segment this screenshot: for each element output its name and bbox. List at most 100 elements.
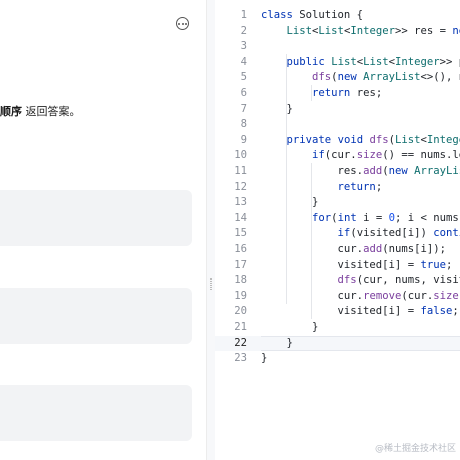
line-number: 21 xyxy=(234,321,247,333)
code-line[interactable]: 6 return res; xyxy=(215,86,460,102)
line-number: 20 xyxy=(234,305,247,318)
code-token: res; xyxy=(350,87,383,99)
code-line[interactable]: 20 visited[i] = false; xyxy=(215,304,460,320)
code-token: res. xyxy=(261,165,364,177)
code-token: void xyxy=(337,133,364,146)
code-token: } xyxy=(261,102,293,115)
line-code: } xyxy=(261,336,293,352)
line-code: res.add(new ArrayList xyxy=(261,164,460,180)
code-line[interactable]: 21 } xyxy=(215,320,460,336)
code-token: dfs xyxy=(337,274,357,287)
code-editor[interactable]: 1 class Solution {2 List<List<Integer>> r… xyxy=(215,0,460,460)
line-number: 4 xyxy=(240,55,247,68)
code-token: public xyxy=(286,55,325,68)
code-line[interactable]: 11 res.add(new ArrayList xyxy=(215,164,460,180)
code-token: (visited[i]) xyxy=(350,227,434,240)
code-token: new xyxy=(452,24,460,37)
code-line[interactable]: 2 List<List<Integer>> res = new xyxy=(215,24,460,40)
code-token: remove xyxy=(363,289,402,302)
code-token: i = xyxy=(356,211,389,224)
code-line[interactable]: 7 } xyxy=(215,102,460,118)
code-line[interactable]: 5 dfs(new ArrayList<>(), nu xyxy=(215,70,460,86)
drag-handle-icon[interactable] xyxy=(210,278,212,290)
problem-description-panel: 顺序 返回答案。 xyxy=(0,0,206,460)
code-line[interactable]: 15 if(visited[i]) contin xyxy=(215,226,460,242)
code-token: (nums[i]); xyxy=(382,243,446,255)
code-token: (cur. xyxy=(324,149,357,162)
code-line[interactable]: 9 private void dfs(List<Integer xyxy=(215,133,460,149)
line-code: if(visited[i]) contin xyxy=(261,226,460,242)
code-token: (cur, nums, visite xyxy=(356,274,460,287)
line-number: 2 xyxy=(240,24,247,37)
code-token: dfs xyxy=(369,133,389,146)
code-token: add xyxy=(363,243,383,255)
example-block-3 xyxy=(0,385,192,441)
line-number: 16 xyxy=(234,243,247,255)
code-line[interactable]: 14 for(int i = 0; i < nums.l xyxy=(215,211,460,227)
line-number: 19 xyxy=(234,289,247,302)
code-token: ; xyxy=(452,305,459,318)
line-number: 22 xyxy=(234,336,247,349)
code-line[interactable]: 22 } xyxy=(215,335,460,352)
code-line[interactable]: 1 class Solution { xyxy=(215,8,460,24)
code-token: return xyxy=(312,87,351,99)
line-number: 5 xyxy=(240,71,247,84)
code-token: Integer xyxy=(350,24,395,37)
code-token: if xyxy=(337,227,351,240)
code-line[interactable]: 3 xyxy=(215,39,460,55)
code-token: new xyxy=(337,71,357,84)
code-token: private xyxy=(286,133,332,146)
code-token: List xyxy=(286,24,313,37)
code-token: ; xyxy=(445,258,453,271)
line-number: 7 xyxy=(240,102,247,115)
code-line[interactable]: 17 visited[i] = true; xyxy=(215,258,460,274)
line-code: visited[i] = false; xyxy=(261,304,459,320)
code-token: <>(), nu xyxy=(420,71,460,84)
line-code: } xyxy=(261,320,318,336)
description-rest: 返回答案。 xyxy=(22,105,81,118)
code-token: () == nums.len xyxy=(382,149,460,162)
line-number: 17 xyxy=(234,258,247,271)
line-code: return res; xyxy=(261,86,382,102)
code-line[interactable]: 10 if(cur.size() == nums.len xyxy=(215,148,460,164)
code-token: } xyxy=(261,336,293,349)
code-line[interactable]: 13 } xyxy=(215,195,460,211)
code-token: List xyxy=(395,133,421,146)
more-options-icon[interactable] xyxy=(176,17,189,30)
code-token: class xyxy=(261,9,293,21)
code-token: } xyxy=(261,196,319,209)
line-number: 1 xyxy=(240,9,247,21)
code-line[interactable]: 12 return; xyxy=(215,180,460,196)
line-code: return; xyxy=(261,180,383,196)
line-code: if(cur.size() == nums.len xyxy=(261,148,460,164)
panel-resize-divider[interactable] xyxy=(206,0,215,460)
code-line[interactable]: 19 cur.remove(cur.size() xyxy=(215,289,460,305)
code-line[interactable]: 4 public List<List<Integer>> pe xyxy=(215,55,460,71)
code-line[interactable]: 8 xyxy=(215,117,460,133)
example-block-1 xyxy=(0,190,192,246)
line-number: 23 xyxy=(234,352,247,365)
code-token: dfs xyxy=(312,71,332,84)
code-token: false xyxy=(420,305,453,318)
code-token: int xyxy=(337,211,357,224)
code-token: new xyxy=(388,165,408,177)
line-code: dfs(cur, nums, visite xyxy=(261,273,460,289)
code-token: >> pe xyxy=(439,55,460,68)
code-token: ; i < nums.l xyxy=(394,211,460,224)
code-line[interactable]: 16 cur.add(nums[i]); xyxy=(215,242,460,258)
line-number: 9 xyxy=(240,133,247,146)
line-code: private void dfs(List<Integer xyxy=(261,133,460,149)
code-line[interactable]: 23} xyxy=(215,351,460,367)
line-number: 6 xyxy=(240,87,247,99)
code-token: cur. xyxy=(261,289,364,302)
line-number: 13 xyxy=(234,196,247,209)
code-line[interactable]: 18 dfs(cur, nums, visite xyxy=(215,273,460,289)
